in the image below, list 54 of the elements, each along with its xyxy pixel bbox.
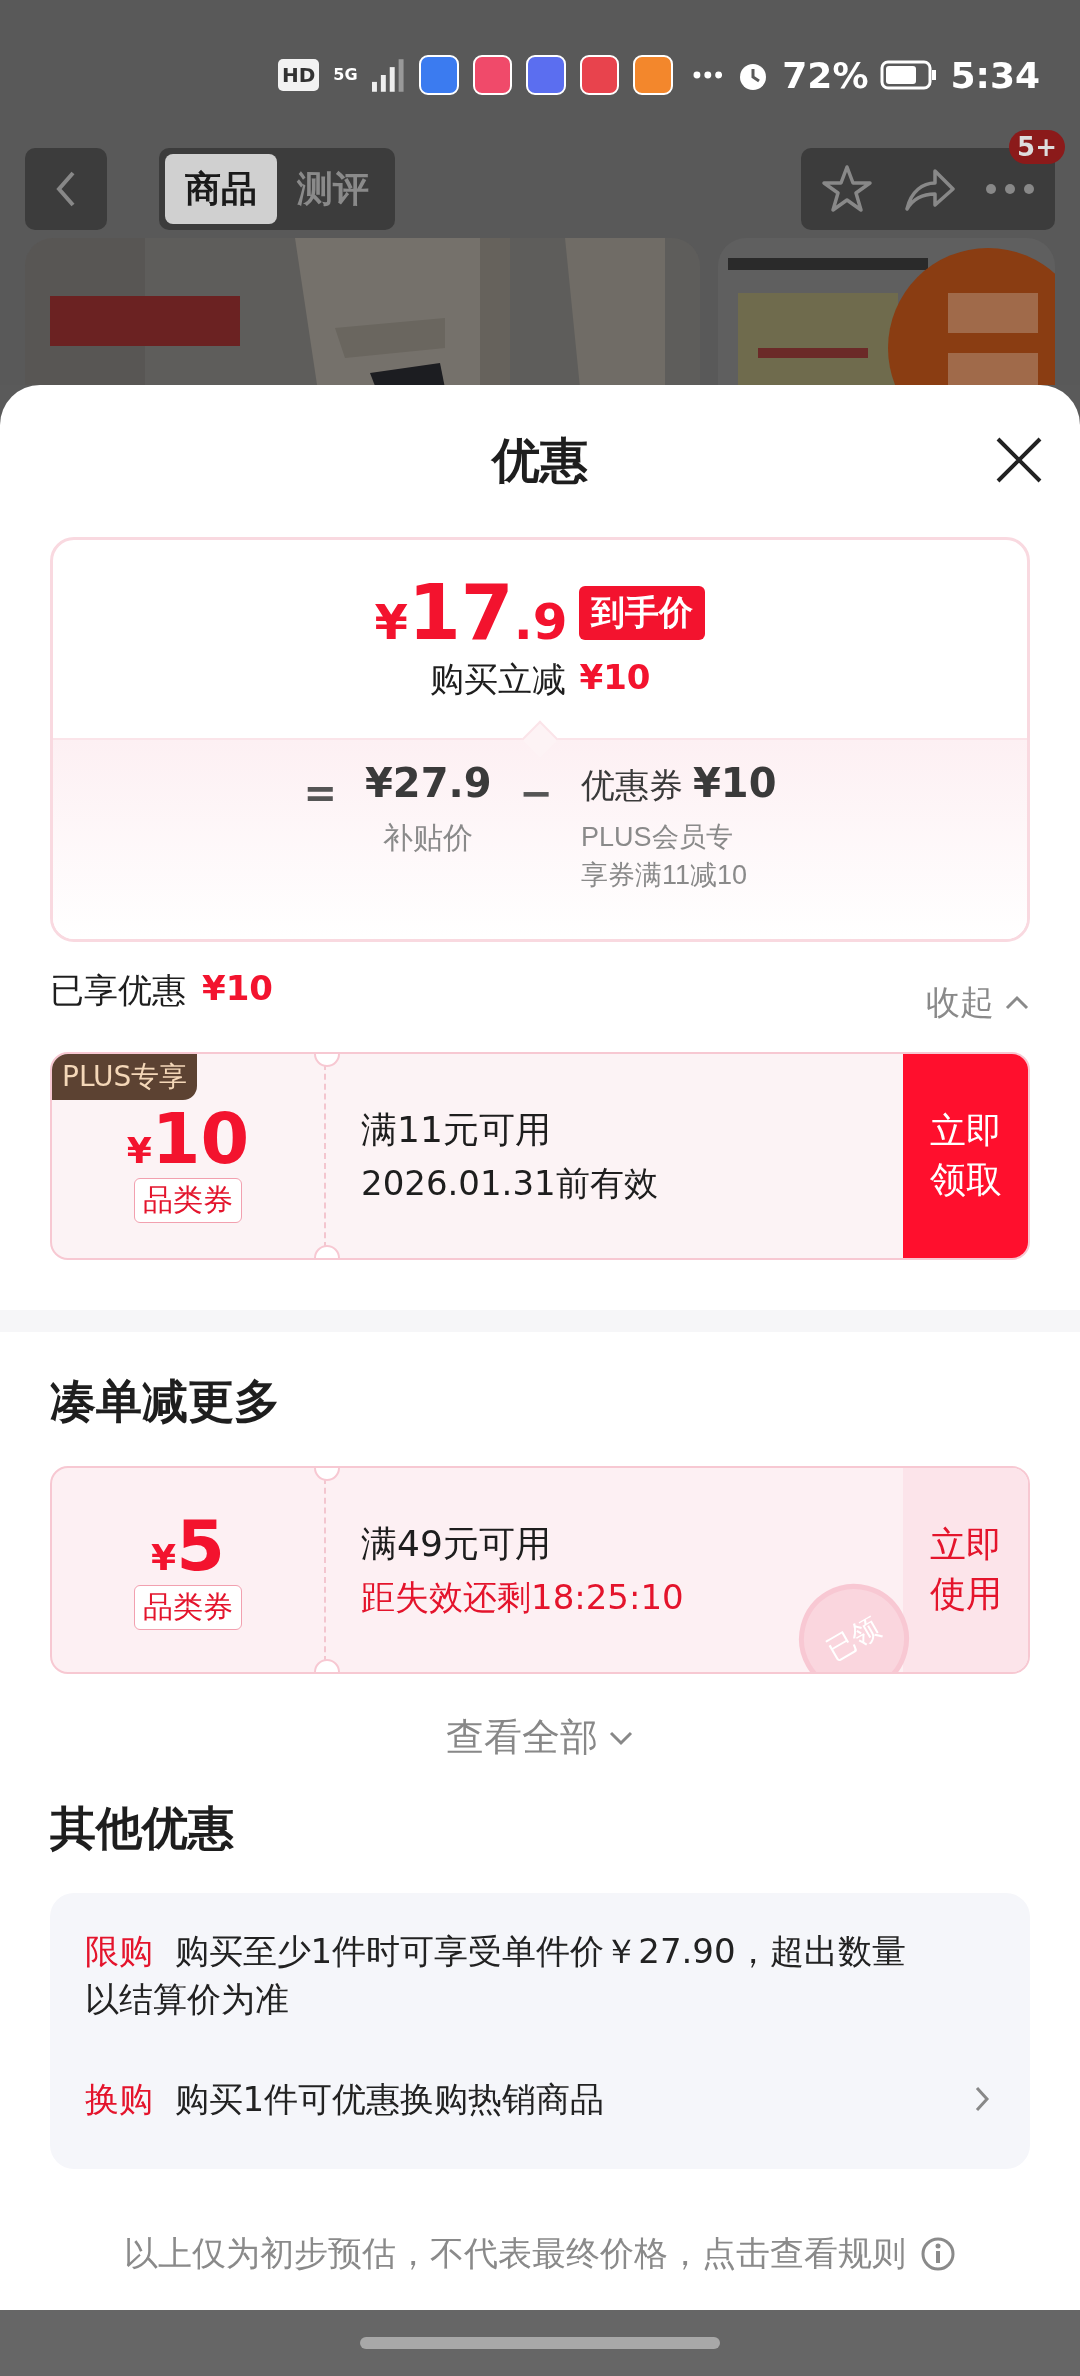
section-title: 其他优惠 [50, 1800, 234, 1857]
base-price-label: 补贴价 [383, 819, 474, 857]
battery-percent: 72% [782, 54, 869, 96]
clock: 5:34 [950, 54, 1041, 96]
view-all-button[interactable]: 查看全部 [446, 1704, 634, 1771]
app-icon [419, 55, 459, 95]
equals-sign: = [303, 769, 337, 818]
more-icon [692, 71, 723, 79]
battery-icon [880, 60, 939, 90]
coupon-validity: 2026.01.31前有效 [361, 1161, 659, 1205]
final-price: ¥17.9 [374, 575, 568, 651]
app-icon [633, 55, 673, 95]
minus-sign: − [519, 769, 554, 818]
final-price-tag: 到手价 [579, 586, 706, 640]
coupon-type-tag: 品类券 [134, 1177, 242, 1223]
app-icon [526, 55, 566, 95]
enjoyed-label: 已享优惠 [50, 969, 186, 1012]
star-icon[interactable] [821, 163, 873, 215]
base-price: ¥27.9 [365, 760, 492, 806]
section-title: 凑单减更多 [50, 1373, 280, 1430]
network-label: 5G [333, 67, 358, 83]
close-icon[interactable] [994, 435, 1044, 485]
offer-text: 限购 购买至少1件时可享受单件价￥27.90，超出数量以结算价为准 [85, 1930, 907, 2021]
coupon-type-tag: 品类券 [134, 1584, 242, 1630]
coupon-amount: ¥10 [126, 1103, 250, 1174]
chevron-down-icon [608, 1729, 634, 1746]
hd-label: HD [278, 59, 320, 91]
coupon-action-button[interactable]: 立即领取 [903, 1054, 1028, 1258]
collapse-button[interactable]: 收起 [926, 980, 1030, 1026]
back-button[interactable] [25, 148, 107, 230]
coupon-label: 优惠券 [581, 764, 684, 807]
coupon-condition: 满11元可用 [361, 1107, 552, 1152]
more-icon[interactable] [985, 183, 1035, 195]
instant-discount-amount: ¥10 [579, 657, 651, 699]
enjoyed-amount: ¥10 [202, 968, 273, 1010]
coupon-validity: 距失效还剩18:25:10 [361, 1575, 685, 1619]
coupon-action-button[interactable]: 立即使用 [903, 1468, 1028, 1672]
info-icon[interactable] [920, 2236, 956, 2272]
coupon-condition: 满49元可用 [361, 1521, 552, 1566]
sheet-title: 优惠 [492, 431, 588, 490]
notification-badge: 5+ [1009, 130, 1065, 164]
disclaimer-text[interactable]: 以上仅为初步预估，不代表最终价格，点击查看规则 [124, 2231, 906, 2277]
tab[interactable]: 商品 [165, 154, 277, 224]
app-icon [579, 55, 620, 95]
tab[interactable]: 测评 [277, 154, 389, 224]
app-icon [472, 55, 513, 95]
chevron-up-icon [1004, 995, 1030, 1011]
coupon-amount: ¥5 [151, 1510, 225, 1581]
offer-text[interactable]: 换购 购买1件可优惠换购热销商品 [85, 2075, 605, 2123]
signal-icon [371, 58, 406, 92]
plus-badge: PLUS专享 [52, 1054, 198, 1100]
coupon-description: PLUS会员专享券满11减10 [581, 821, 749, 892]
instant-discount-label: 购买立减 [429, 658, 566, 701]
coupon-discount: ¥10 [693, 760, 777, 806]
